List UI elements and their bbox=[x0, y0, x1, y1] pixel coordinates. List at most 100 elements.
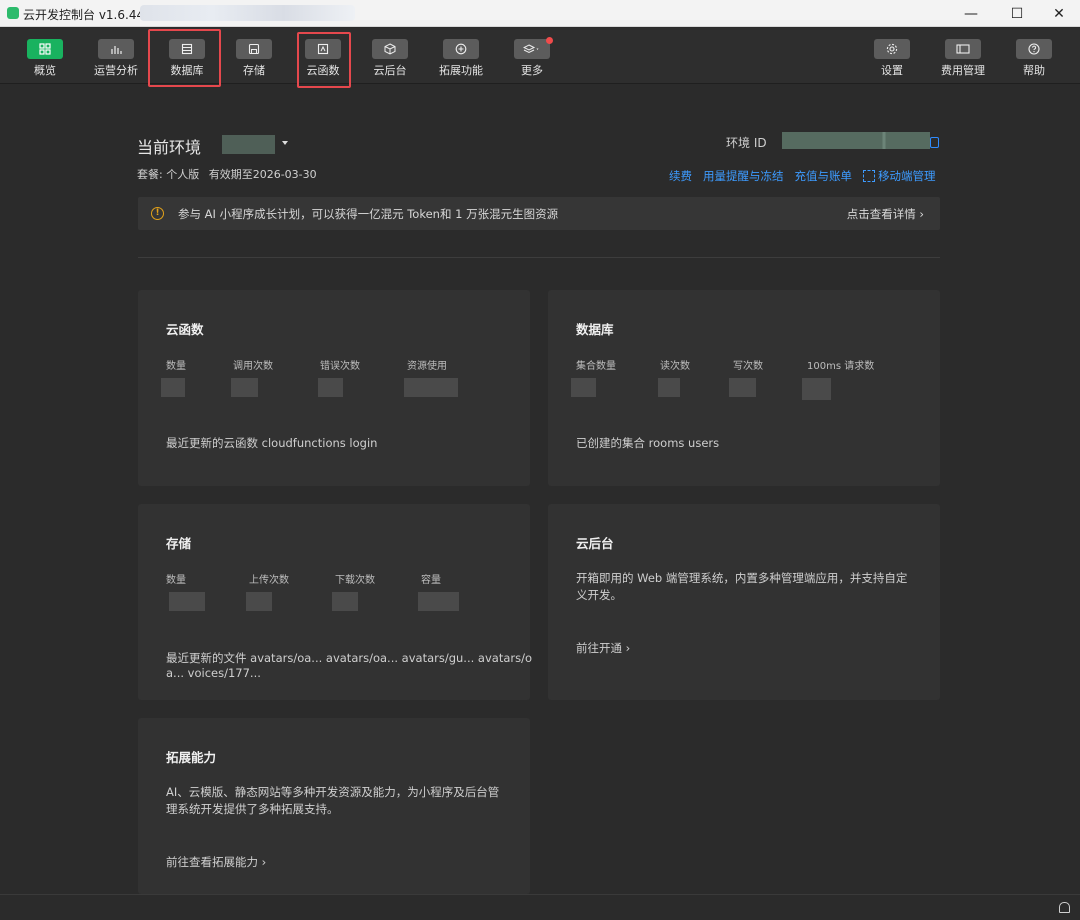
card-title: 数据库 bbox=[576, 322, 614, 337]
stat-label: 资源使用 bbox=[407, 361, 447, 372]
env-id-label: 环境 ID bbox=[726, 136, 767, 150]
section-divider bbox=[138, 257, 940, 258]
stat-label: 错误次数 bbox=[320, 361, 360, 372]
recent-functions: 最近更新的云函数 cloudfunctions login bbox=[166, 436, 378, 450]
box-icon bbox=[372, 39, 408, 59]
stat-value-redacted bbox=[729, 378, 756, 397]
stat-label: 上传次数 bbox=[249, 575, 289, 586]
expiry-date: 有效期至2026-03-30 bbox=[208, 168, 317, 181]
toolbar-label: 帮助 bbox=[1023, 64, 1045, 77]
toolbar-label: 更多 bbox=[521, 64, 543, 77]
card-cloud-backend[interactable]: 云后台 开箱即用的 Web 端管理系统，内置多种管理端应用，并支持自定义开发。 … bbox=[548, 504, 940, 700]
toolbar-cloud-backend[interactable]: 云后台 bbox=[368, 28, 412, 84]
close-button[interactable]: ✕ bbox=[1036, 0, 1080, 27]
bell-icon[interactable] bbox=[1059, 902, 1070, 913]
stat-value-redacted bbox=[246, 592, 272, 611]
window-title: 云开发控制台 v1.6.44 bbox=[23, 8, 145, 22]
toolbar-help[interactable]: 帮助 bbox=[1012, 28, 1056, 84]
warning-icon: ! bbox=[151, 207, 164, 220]
title-bar: 云开发控制台 v1.6.44 — ☐ ✕ bbox=[0, 0, 1080, 27]
card-title: 云后台 bbox=[576, 536, 614, 551]
card-description: 开箱即用的 Web 端管理系统，内置多种管理端应用，并支持自定义开发。 bbox=[576, 571, 908, 602]
stat-label: 数量 bbox=[166, 575, 186, 586]
stat-value-redacted bbox=[161, 378, 185, 397]
plan-label: 套餐: 个人版 bbox=[137, 168, 200, 181]
toolbar-label: 概览 bbox=[34, 64, 56, 77]
toolbar-label: 云后台 bbox=[373, 64, 407, 77]
toolbar-storage[interactable]: 存储 bbox=[232, 28, 276, 84]
app-logo-icon bbox=[7, 7, 19, 19]
stat-value-redacted bbox=[571, 378, 596, 397]
minimize-button[interactable]: — bbox=[948, 0, 994, 27]
toolbar-label: 存储 bbox=[243, 64, 265, 77]
stat-label: 调用次数 bbox=[233, 361, 273, 372]
toolbar-overview[interactable]: 概览 bbox=[23, 28, 67, 84]
mobile-manage-link[interactable]: 移动端管理 bbox=[863, 168, 936, 184]
recharge-billing-link[interactable]: 充值与账单 bbox=[795, 168, 853, 184]
grid-icon bbox=[27, 39, 63, 59]
highlight-database bbox=[148, 29, 221, 87]
stat-label: 100ms 请求数 bbox=[807, 361, 875, 372]
view-extensions-link[interactable]: 前往查看拓展能力 › bbox=[166, 854, 266, 870]
env-label: 当前环境 bbox=[137, 138, 202, 157]
status-bar bbox=[0, 894, 1080, 920]
stat-value-redacted bbox=[332, 592, 358, 611]
card-description: AI、云模版、静态网站等多种开发资源及能力，为小程序及后台管理系统开发提供了多种… bbox=[166, 785, 500, 816]
toolbar-label: 设置 bbox=[881, 64, 903, 77]
stat-value-redacted bbox=[318, 378, 343, 397]
env-id-value-redacted bbox=[782, 132, 930, 149]
card-storage[interactable]: 存储 数量 上传次数 下载次数 容量 最近更新的文件 avatars/oa...… bbox=[138, 504, 533, 700]
save-icon bbox=[236, 39, 272, 59]
stat-value-redacted bbox=[658, 378, 680, 397]
bar-chart-icon bbox=[98, 39, 134, 59]
billing-icon bbox=[945, 39, 981, 59]
header-links: 续费 用量提醒与冻结 充值与账单 移动端管理 bbox=[669, 168, 936, 184]
stat-value-redacted bbox=[418, 592, 459, 611]
layers-icon bbox=[514, 39, 550, 59]
stat-label: 写次数 bbox=[733, 361, 763, 372]
open-backend-link[interactable]: 前往开通 › bbox=[576, 640, 630, 656]
help-icon bbox=[1016, 39, 1052, 59]
gear-icon bbox=[874, 39, 910, 59]
promo-banner: ! 参与 AI 小程序成长计划，可以获得一亿混元 Token和 1 万张混元生图… bbox=[138, 197, 940, 230]
copy-icon[interactable] bbox=[930, 137, 939, 148]
recent-files: 最近更新的文件 avatars/oa... avatars/oa... avat… bbox=[166, 651, 533, 665]
card-database[interactable]: 数据库 集合数量 读次数 写次数 100ms 请求数 已创建的集合 rooms … bbox=[548, 290, 940, 486]
env-selector[interactable] bbox=[222, 135, 275, 154]
card-title: 拓展能力 bbox=[166, 750, 217, 765]
toolbar-label: 费用管理 bbox=[941, 64, 985, 77]
usage-alert-link[interactable]: 用量提醒与冻结 bbox=[703, 168, 784, 184]
maximize-button[interactable]: ☐ bbox=[994, 0, 1040, 27]
recent-files-cont: a... voices/177... bbox=[166, 666, 261, 680]
highlight-cloud-functions bbox=[297, 32, 351, 88]
plan-info: 套餐: 个人版 有效期至2026-03-30 bbox=[137, 166, 317, 182]
banner-text: 参与 AI 小程序成长计划，可以获得一亿混元 Token和 1 万张混元生图资源 bbox=[178, 207, 559, 221]
stat-value-redacted bbox=[169, 592, 205, 611]
toolbar-billing[interactable]: 费用管理 bbox=[937, 28, 989, 84]
card-cloud-functions[interactable]: 云函数 数量 调用次数 错误次数 资源使用 最近更新的云函数 cloudfunc… bbox=[138, 290, 530, 486]
card-title: 云函数 bbox=[166, 322, 204, 337]
toolbar-extensions[interactable]: 拓展功能 bbox=[436, 28, 486, 84]
toolbar-label: 拓展功能 bbox=[439, 64, 483, 77]
caret-down-icon[interactable] bbox=[282, 141, 288, 145]
redacted-project-name bbox=[140, 5, 355, 21]
created-collections: 已创建的集合 rooms users bbox=[576, 436, 720, 450]
toolbar-settings[interactable]: 设置 bbox=[870, 28, 914, 84]
renew-link[interactable]: 续费 bbox=[669, 168, 692, 184]
mobile-manage-label: 移动端管理 bbox=[878, 169, 936, 183]
stat-value-redacted bbox=[404, 378, 458, 397]
card-title: 存储 bbox=[166, 536, 192, 551]
stat-label: 读次数 bbox=[660, 361, 690, 372]
stat-label: 下载次数 bbox=[335, 575, 375, 586]
stat-value-redacted bbox=[231, 378, 258, 397]
notification-badge bbox=[546, 37, 553, 44]
stat-value-redacted bbox=[802, 378, 831, 400]
stat-label: 容量 bbox=[421, 575, 441, 586]
stat-label: 集合数量 bbox=[576, 361, 616, 372]
banner-detail-link[interactable]: 点击查看详情 › bbox=[847, 206, 924, 222]
plus-circle-icon bbox=[443, 39, 479, 59]
stat-label: 数量 bbox=[166, 361, 186, 372]
toolbar-analytics[interactable]: 运营分析 bbox=[90, 28, 142, 84]
qrcode-icon bbox=[863, 170, 875, 182]
card-extensions[interactable]: 拓展能力 AI、云模版、静态网站等多种开发资源及能力，为小程序及后台管理系统开发… bbox=[138, 718, 530, 894]
